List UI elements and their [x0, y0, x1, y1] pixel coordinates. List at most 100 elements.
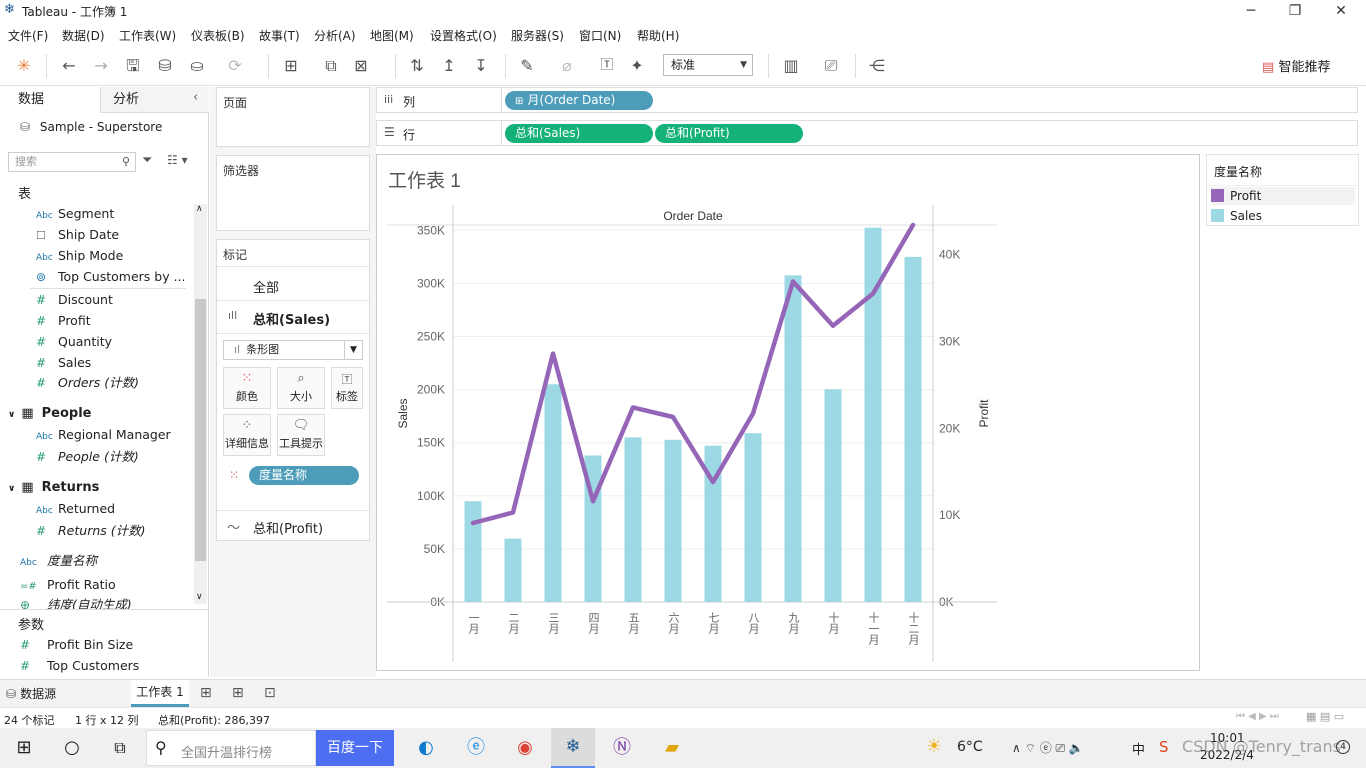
menu-data[interactable]: 数据(D): [62, 27, 105, 44]
fit-select[interactable]: 标准 ▼: [663, 54, 753, 76]
field-measure-names[interactable]: Abc 度量名称: [20, 551, 97, 571]
new-worksheet-icon[interactable]: ⊞: [280, 55, 302, 77]
baidu-search-button[interactable]: 百度一下: [316, 730, 394, 766]
close-button[interactable]: ✕: [1318, 0, 1364, 22]
new-story-icon[interactable]: ⊡: [264, 685, 276, 701]
menu-window[interactable]: 窗口(N): [579, 27, 621, 44]
mark-type-select[interactable]: ıl 条形图 ▼: [223, 340, 363, 360]
notification-icon[interactable]: 4: [1336, 740, 1350, 754]
label-button[interactable]: 🅃 标签: [331, 367, 363, 409]
order-date-month-pill[interactable]: ⊞ 月(Order Date): [505, 91, 653, 110]
field-segment[interactable]: Abc Segment: [36, 204, 114, 224]
task-view-icon[interactable]: ⧉: [98, 728, 142, 768]
color-button[interactable]: ⁙ 颜色: [223, 367, 271, 409]
chrome-icon[interactable]: ◉: [503, 728, 547, 768]
edge-icon[interactable]: ◐: [404, 728, 448, 768]
filter-icon[interactable]: ⏷: [142, 153, 152, 168]
taskbar-search-input[interactable]: ⚲ 全国升温排行榜: [146, 730, 316, 766]
worksheet-view[interactable]: 工作表 1 Order Date 0K 50K 100K 150K 200K 250K 300…: [376, 154, 1200, 671]
filters-shelf[interactable]: 筛选器: [216, 155, 370, 231]
onenote-icon[interactable]: Ⓝ: [600, 728, 644, 768]
tableau-home-icon[interactable]: ✳: [13, 55, 35, 77]
field-returns-count[interactable]: # Returns (计数): [36, 521, 146, 541]
field-profit-ratio[interactable]: =# Profit Ratio: [20, 575, 116, 595]
columns-shelf[interactable]: iii 列 ⊞ 月(Order Date): [376, 87, 1358, 113]
menu-format[interactable]: 设置格式(O): [430, 27, 497, 44]
legend-item-profit[interactable]: Profit: [1211, 187, 1355, 205]
marks-sales-tab[interactable]: 总和(Sales): [253, 309, 330, 328]
menu-server[interactable]: 服务器(S): [511, 27, 564, 44]
menu-dashboard[interactable]: 仪表板(B): [191, 27, 245, 44]
size-button[interactable]: ⌕ 大小: [277, 367, 325, 409]
param-profit-bin-size[interactable]: # Profit Bin Size: [20, 635, 133, 655]
undo-icon[interactable]: ←: [58, 55, 80, 77]
field-ship-date[interactable]: ☐ Ship Date: [36, 225, 119, 245]
menu-help[interactable]: 帮助(H): [637, 27, 679, 44]
scrollbar-thumb[interactable]: [195, 299, 206, 561]
marks-all-tab[interactable]: 全部: [253, 277, 279, 296]
save-icon[interactable]: 🖫: [122, 55, 144, 77]
scroll-down-icon[interactable]: ∨: [196, 592, 203, 602]
sheet-navigation-icon[interactable]: ⏮ ◀ ▶ ⏭: [1236, 711, 1279, 722]
param-top-customers[interactable]: # Top Customers: [20, 656, 139, 676]
highlight-icon[interactable]: ✎: [516, 55, 538, 77]
field-latitude[interactable]: ⊕ 纬度(自动生成): [20, 595, 132, 609]
file-explorer-icon[interactable]: ▰: [650, 728, 694, 768]
refresh-icon[interactable]: ⟳: [224, 55, 246, 77]
field-orders-count[interactable]: # Orders (计数): [36, 373, 139, 393]
tab-data[interactable]: 数据: [18, 87, 44, 113]
field-people-count[interactable]: # People (计数): [36, 447, 139, 467]
sort-ascending-icon[interactable]: ↥: [438, 55, 460, 77]
minimize-button[interactable]: ─: [1228, 0, 1274, 22]
share-icon[interactable]: ⋲: [866, 55, 888, 77]
duplicate-sheet-icon[interactable]: ⧉: [320, 55, 342, 77]
field-sales[interactable]: # Sales: [36, 353, 91, 373]
profit-sum-pill[interactable]: 总和(Profit): [655, 124, 803, 143]
field-returned[interactable]: Abc Returned: [36, 499, 115, 519]
menu-map[interactable]: 地图(M): [370, 27, 414, 44]
color-legend[interactable]: 度量名称 Profit Sales: [1206, 154, 1359, 226]
new-dashboard-icon[interactable]: ⊞: [232, 685, 244, 701]
pages-shelf[interactable]: 页面: [216, 87, 370, 147]
clear-sheet-icon[interactable]: ⊠: [350, 55, 372, 77]
sales-sum-pill[interactable]: 总和(Sales): [505, 124, 653, 143]
legend-item-sales[interactable]: Sales: [1211, 207, 1355, 225]
field-search-input[interactable]: 搜索 ⚲: [8, 152, 136, 172]
windows-start-icon[interactable]: ⊞: [2, 728, 46, 768]
marks-profit-tab[interactable]: 总和(Profit): [253, 518, 323, 537]
field-list-scrollbar[interactable]: ∧ ∨: [194, 204, 207, 604]
cortana-icon[interactable]: ○: [50, 728, 94, 768]
menu-story[interactable]: 故事(T): [259, 27, 300, 44]
tab-analysis[interactable]: 分析: [113, 87, 139, 113]
field-profit[interactable]: # Profit: [36, 311, 91, 331]
new-worksheet-icon[interactable]: ⊞: [200, 685, 212, 701]
sort-descending-icon[interactable]: ↧: [470, 55, 492, 77]
fix-axes-icon[interactable]: ✦: [626, 55, 648, 77]
presentation-mode-icon[interactable]: ⎚: [820, 55, 842, 77]
restore-button[interactable]: ❐: [1272, 0, 1318, 22]
ie-icon[interactable]: ⓔ: [454, 728, 498, 768]
new-datasource-icon[interactable]: ⛁: [154, 55, 176, 77]
show-me-button[interactable]: ▤ 智能推荐: [1262, 56, 1330, 75]
measure-names-color-pill[interactable]: 度量名称: [249, 466, 359, 485]
show-mark-labels-icon[interactable]: 🅃: [596, 55, 618, 77]
menu-file[interactable]: 文件(F): [8, 27, 48, 44]
field-discount[interactable]: # Discount: [36, 290, 113, 310]
swap-rows-columns-icon[interactable]: ⇅: [406, 55, 428, 77]
table-people-header[interactable]: ∨ ▦ People: [8, 404, 91, 424]
table-returns-header[interactable]: ∨ ▦ Returns: [8, 478, 99, 498]
datasource-tab[interactable]: ⛁ 数据源: [6, 685, 56, 702]
tableau-taskbar-item[interactable]: ❄: [551, 728, 595, 768]
pause-updates-icon[interactable]: ⛀: [186, 55, 208, 77]
sogou-icon[interactable]: S: [1159, 738, 1169, 756]
tab-sheet-1[interactable]: 工作表 1: [131, 680, 189, 707]
datasource-item[interactable]: ⛁ Sample - Superstore: [20, 120, 162, 134]
rows-shelf[interactable]: ☰ 行 总和(Sales) 总和(Profit): [376, 120, 1358, 146]
field-regional-manager[interactable]: Abc Regional Manager: [36, 425, 171, 445]
field-quantity[interactable]: # Quantity: [36, 332, 112, 352]
group-members-icon[interactable]: ⌀: [556, 55, 578, 77]
menu-analysis[interactable]: 分析(A): [314, 27, 356, 44]
detail-button[interactable]: ⁘ 详细信息: [223, 414, 271, 456]
tray-icons[interactable]: ∧ ⌔ ⓔ ⎚ 🔈: [1012, 739, 1084, 756]
view-options-icon[interactable]: ☷ ▾: [167, 153, 188, 167]
